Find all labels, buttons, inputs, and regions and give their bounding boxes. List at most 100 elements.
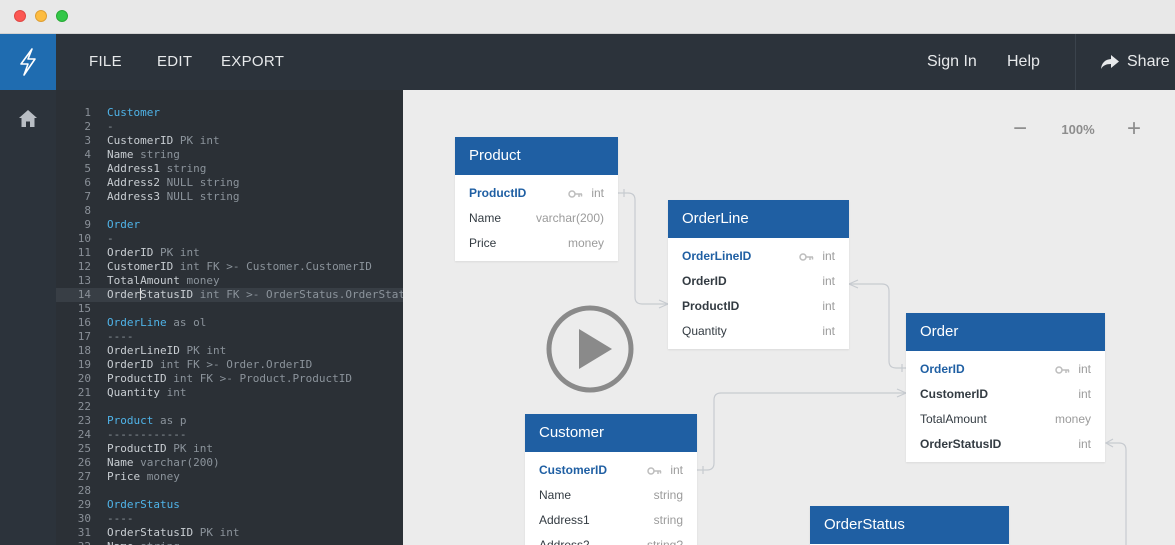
code-line[interactable]: 11 OrderID PK int	[56, 246, 403, 260]
field-row[interactable]: ProductID int	[668, 294, 849, 319]
code-line[interactable]: 29 OrderStatus	[56, 498, 403, 512]
code-line[interactable]: 27 Price money	[56, 470, 403, 484]
code-token: OrderStatusID	[107, 526, 194, 539]
field-row[interactable]: Price money	[455, 231, 618, 256]
line-number: 2	[84, 120, 91, 133]
code-line[interactable]: 26 Name varchar(200)	[56, 456, 403, 470]
code-token: string	[133, 148, 180, 161]
relationship-order-orderstatus	[1106, 442, 1127, 545]
field-type: string	[653, 513, 683, 527]
code-line[interactable]: 16 OrderLine as ol	[56, 316, 403, 330]
code-token: varchar(200)	[133, 456, 220, 469]
field-row[interactable]: Name string	[525, 483, 697, 508]
code-token: Name	[107, 540, 134, 545]
home-icon[interactable]	[17, 108, 39, 130]
code-text: Price money	[107, 470, 180, 484]
maximize-window-button[interactable]	[56, 10, 68, 22]
code-line[interactable]: 18 OrderLineID PK int	[56, 344, 403, 358]
code-line[interactable]: 17 ----	[56, 330, 403, 344]
code-line[interactable]: 4 Name string	[56, 148, 403, 162]
code-line[interactable]: 12 CustomerID int FK >- Customer.Customer…	[56, 260, 403, 274]
code-line[interactable]: 20 ProductID int FK >- Product.ProductID	[56, 372, 403, 386]
relationship-customer-order	[697, 392, 906, 471]
field-row[interactable]: CustomerID int	[525, 458, 697, 483]
field-name: OrderID	[682, 274, 727, 288]
zoom-out-button[interactable]: −	[1010, 117, 1030, 141]
table-customer[interactable]: Customer CustomerID int Name string Addr…	[525, 414, 697, 545]
code-text: OrderStatusID int FK >- OrderStatus.Orde…	[107, 288, 403, 302]
code-line[interactable]: 24 ------------	[56, 428, 403, 442]
code-line[interactable]: 19 OrderID int FK >- Order.OrderID	[56, 358, 403, 372]
code-text: Address2 NULL string	[107, 176, 239, 190]
field-row[interactable]: Address2 string?	[525, 533, 697, 545]
app-logo[interactable]	[0, 34, 56, 90]
field-row[interactable]: CustomerID int	[906, 382, 1105, 407]
table-orderline[interactable]: OrderLine OrderLineID int OrderID int Pr…	[668, 200, 849, 349]
code-line[interactable]: 23 Product as p	[56, 414, 403, 428]
code-token: int FK >- Product.ProductID	[166, 372, 353, 385]
code-line[interactable]: 10 -	[56, 232, 403, 246]
field-row[interactable]: ProductID int	[455, 181, 618, 206]
help-link[interactable]: Help	[1007, 34, 1040, 90]
menu-file[interactable]: FILE	[89, 34, 122, 90]
code-token: -	[107, 232, 114, 245]
line-number: 31	[77, 526, 91, 539]
table-order[interactable]: Order OrderID int CustomerID int TotalAm…	[906, 313, 1105, 462]
code-line[interactable]: 1 Customer	[56, 106, 403, 120]
field-type: money	[567, 236, 604, 250]
field-row[interactable]: OrderID int	[906, 357, 1105, 382]
code-token: -	[107, 120, 114, 133]
close-window-button[interactable]	[14, 10, 26, 22]
code-line[interactable]: 13 TotalAmount money	[56, 274, 403, 288]
code-line[interactable]: 5 Address1 string	[56, 162, 403, 176]
code-line[interactable]: 22	[56, 400, 403, 414]
zoom-in-button[interactable]: +	[1124, 117, 1144, 141]
field-row[interactable]: Quantity int	[668, 319, 849, 344]
sign-in-link[interactable]: Sign In	[927, 34, 977, 90]
code-text: CustomerID int FK >- Customer.CustomerID	[107, 260, 372, 274]
field-row[interactable]: Address1 string	[525, 508, 697, 533]
field-row[interactable]: OrderLineID int	[668, 244, 849, 269]
field-row[interactable]: Name varchar(200)	[455, 206, 618, 231]
field-row[interactable]: OrderStatusID int	[906, 432, 1105, 457]
code-line[interactable]: 31 OrderStatusID PK int	[56, 526, 403, 540]
field-name: Name	[539, 488, 572, 502]
relationship-orderline-order	[849, 283, 906, 369]
share-button[interactable]: Share	[1100, 34, 1170, 90]
play-video-icon[interactable]	[546, 305, 634, 393]
code-line[interactable]: 14 OrderStatusID int FK >- OrderStatus.Or…	[56, 288, 403, 302]
code-line[interactable]: 2-	[56, 120, 403, 134]
code-line[interactable]: 7 Address3 NULL string	[56, 190, 403, 204]
field-row[interactable]: TotalAmount money	[906, 407, 1105, 432]
code-text: Order	[107, 218, 140, 232]
code-token: Address3	[107, 190, 160, 203]
code-token: ProductID	[107, 442, 167, 455]
code-line[interactable]: 9 Order	[56, 218, 403, 232]
code-token: PK int	[166, 442, 213, 455]
table-orderstatus[interactable]: OrderStatus	[810, 506, 1009, 545]
code-line[interactable]: 3 CustomerID PK int	[56, 134, 403, 148]
field-type: int	[822, 324, 835, 338]
field-name: Address1	[539, 513, 590, 527]
minimize-window-button[interactable]	[35, 10, 47, 22]
code-line[interactable]: 6 Address2 NULL string	[56, 176, 403, 190]
entity-token: OrderStatus	[107, 498, 180, 511]
code-text: ProductID int FK >- Product.ProductID	[107, 372, 352, 386]
code-line[interactable]: 8	[56, 204, 403, 218]
field-name: OrderLineID	[682, 249, 752, 263]
field-row[interactable]: OrderID int	[668, 269, 849, 294]
code-editor[interactable]: 1 Customer 2-3 CustomerID PK int 4 Name strin…	[56, 90, 403, 545]
code-text: Product as p	[107, 414, 186, 428]
field-type: int	[1078, 362, 1091, 376]
code-token: Quantity	[107, 386, 160, 399]
code-line[interactable]: 15	[56, 302, 403, 316]
code-line[interactable]: 32 Name string	[56, 540, 403, 545]
code-line[interactable]: 30 ----	[56, 512, 403, 526]
menu-edit[interactable]: EDIT	[157, 34, 192, 90]
menu-export[interactable]: EXPORT	[221, 34, 284, 90]
code-line[interactable]: 25 ProductID PK int	[56, 442, 403, 456]
code-line[interactable]: 28	[56, 484, 403, 498]
table-product[interactable]: Product ProductID int Name varchar(200) …	[455, 137, 618, 261]
diagram-canvas[interactable]: − 100% + Product ProductID int Name varc…	[403, 90, 1175, 545]
code-line[interactable]: 21 Quantity int	[56, 386, 403, 400]
